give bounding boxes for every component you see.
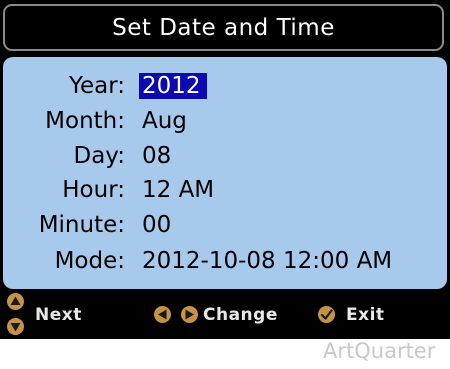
field-value-minute[interactable]: 00 xyxy=(142,208,171,242)
field-value-hour[interactable]: 12 AM xyxy=(142,173,214,207)
field-label-hour: Hour: xyxy=(62,177,125,203)
field-label-month: Month: xyxy=(45,108,125,134)
field-label-day: Day: xyxy=(73,143,126,169)
triangle-down-icon[interactable] xyxy=(7,318,24,335)
field-value-day[interactable]: 08 xyxy=(142,139,171,173)
triangle-right-icon[interactable] xyxy=(181,306,198,323)
exit-hint-label: Exit xyxy=(346,305,385,325)
button-hint-bar: Next Change Exit xyxy=(0,290,450,339)
screen-title: Set Date and Time xyxy=(3,4,444,51)
date-time-panel: Year: 2012 Month: Aug Day: 08 Hour: 12 A… xyxy=(3,57,447,289)
triangle-up-icon[interactable] xyxy=(7,293,24,310)
change-hint-label: Change xyxy=(203,305,278,325)
watermark: ArtQuarter xyxy=(323,339,436,363)
field-row-hour[interactable]: Hour: 12 AM xyxy=(3,173,447,207)
field-label-year: Year: xyxy=(68,73,125,99)
field-value-mode[interactable]: 2012-10-08 12:00 AM xyxy=(142,244,392,278)
field-row-mode[interactable]: Mode: 2012-10-08 12:00 AM xyxy=(3,244,447,278)
field-value-month[interactable]: Aug xyxy=(142,104,187,138)
field-value-year[interactable]: 2012 xyxy=(139,73,207,99)
screen-title-text: Set Date and Time xyxy=(112,14,335,41)
checkmark-icon[interactable] xyxy=(318,306,335,323)
triangle-left-icon[interactable] xyxy=(154,306,171,323)
field-label-mode: Mode: xyxy=(54,248,125,274)
field-row-minute[interactable]: Minute: 00 xyxy=(3,208,447,242)
field-row-month[interactable]: Month: Aug xyxy=(3,104,447,138)
next-hint-label: Next xyxy=(35,305,82,325)
field-row-day[interactable]: Day: 08 xyxy=(3,139,447,173)
field-row-year[interactable]: Year: 2012 xyxy=(3,69,447,103)
field-label-minute: Minute: xyxy=(38,212,125,238)
device-screen: Set Date and Time Year: 2012 Month: Aug … xyxy=(0,0,450,339)
